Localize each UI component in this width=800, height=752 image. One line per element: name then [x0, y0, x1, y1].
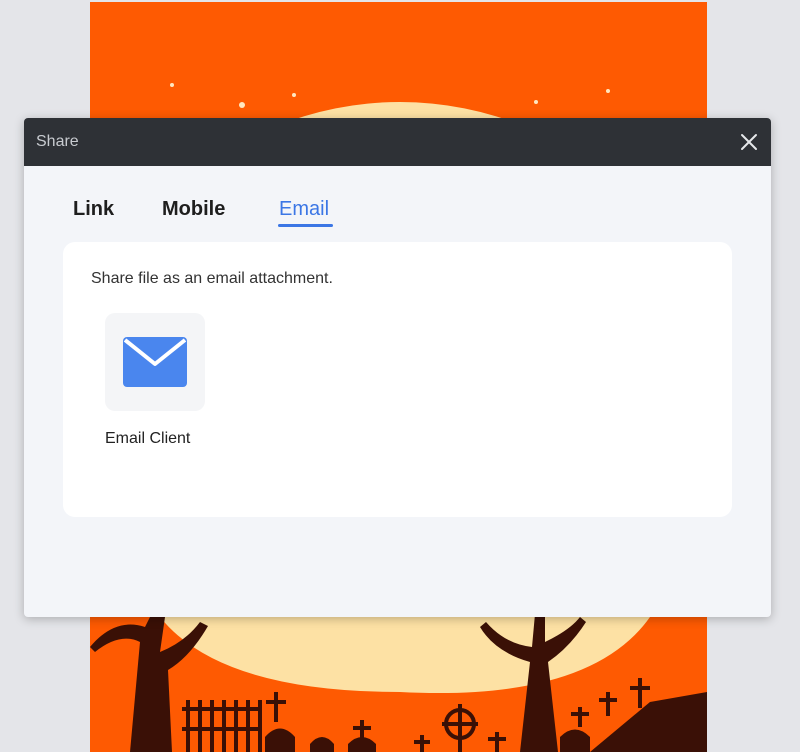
email-client-label[interactable]: Email Client	[105, 430, 190, 448]
dialog-title: Share	[36, 133, 79, 150]
email-panel: Share file as an email attachment. Email…	[63, 242, 732, 517]
tab-link[interactable]: Link	[73, 198, 114, 227]
share-dialog: Share Link Mobile Email Share file as an…	[24, 118, 771, 617]
close-icon	[741, 134, 757, 150]
email-description: Share file as an email attachment.	[91, 270, 333, 287]
envelope-icon	[123, 337, 187, 387]
tab-email[interactable]: Email	[277, 198, 334, 227]
tab-mobile[interactable]: Mobile	[162, 198, 225, 227]
email-client-button[interactable]	[105, 313, 205, 411]
share-tabs: Link Mobile Email	[24, 198, 771, 232]
close-button[interactable]	[737, 130, 761, 154]
dialog-titlebar: Share	[24, 118, 771, 166]
